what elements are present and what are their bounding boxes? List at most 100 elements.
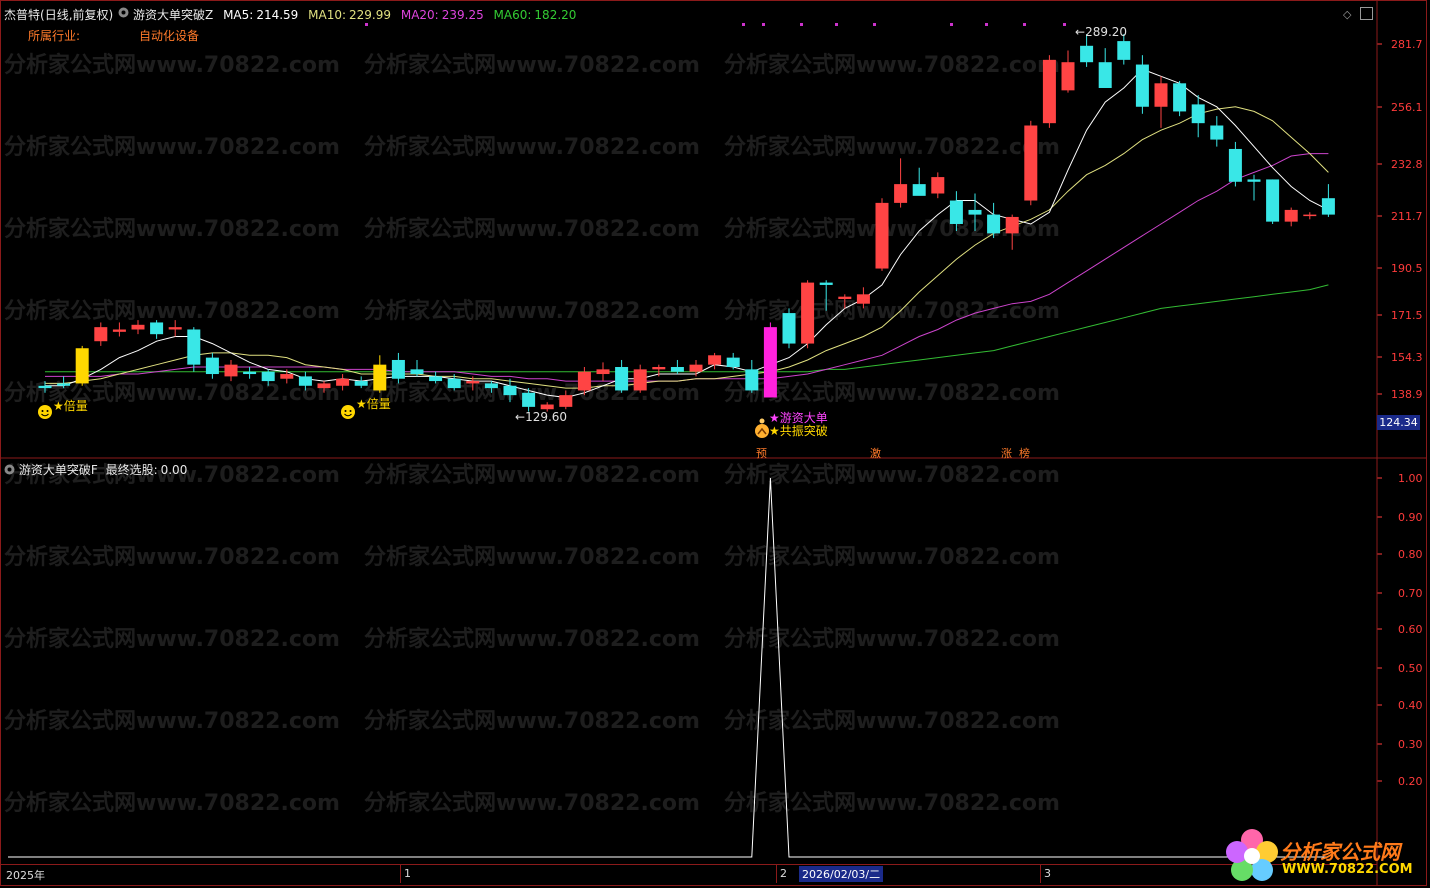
watermark-text: 分析家公式网www.70822.com xyxy=(724,134,1060,160)
price-tick: 281.7 xyxy=(1391,38,1423,51)
signal-marker xyxy=(365,23,368,26)
candle-body xyxy=(1321,198,1335,215)
tag-bang: 榜 xyxy=(1019,447,1030,460)
candle-body xyxy=(987,214,1001,234)
maximize-icon[interactable] xyxy=(1360,7,1373,20)
candle-body xyxy=(1173,83,1187,112)
candle-body xyxy=(410,369,424,375)
lower-tick: 0.40 xyxy=(1398,699,1423,712)
watermark-text: 分析家公式网www.70822.com xyxy=(4,298,340,324)
price-tick: 190.5 xyxy=(1391,262,1423,275)
lower-tick: 0.70 xyxy=(1398,587,1423,600)
watermark-text: 分析家公式网www.70822.com xyxy=(4,52,340,78)
candle-body xyxy=(484,383,498,389)
watermark-text: 分析家公式网www.70822.com xyxy=(724,790,1060,816)
candle-body xyxy=(1042,59,1056,124)
candle-body xyxy=(1135,64,1149,107)
candle-body xyxy=(670,367,684,372)
current-price-badge: 124.34 xyxy=(1377,415,1420,430)
candle-body xyxy=(838,296,852,300)
ma5-value: 214.59 xyxy=(256,8,299,22)
ma5-label: MA5: xyxy=(223,8,254,22)
low-price-value: 129.60 xyxy=(525,410,568,424)
lower-indicator-settings-icon[interactable] xyxy=(4,464,15,475)
ma10-label: MA10: xyxy=(308,8,347,22)
watermark-text: 分析家公式网www.70822.com xyxy=(724,462,1060,488)
signal-marker xyxy=(1023,23,1026,26)
time-axis[interactable]: 2025年 1 2 2026/02/03/二 3 xyxy=(0,864,1377,883)
candle-body xyxy=(615,367,629,391)
price-tick: 232.8 xyxy=(1391,158,1423,171)
ma20-label: MA20: xyxy=(400,8,439,22)
candle-body xyxy=(150,322,164,335)
watermark-text: 分析家公式网www.70822.com xyxy=(724,298,1060,324)
candle-body xyxy=(75,348,89,384)
watermark-text: 分析家公式网www.70822.com xyxy=(364,298,700,324)
candle-body xyxy=(931,177,945,194)
candle-body xyxy=(1024,125,1038,201)
price-tick: 256.1 xyxy=(1391,101,1423,114)
smiley-icon xyxy=(341,405,355,419)
candle-body xyxy=(875,202,889,269)
candle-body xyxy=(391,359,405,379)
candle-body xyxy=(726,357,740,368)
tag-zhang: 涨 xyxy=(1001,447,1012,460)
watermark-text: 分析家公式网www.70822.com xyxy=(364,52,700,78)
candle-body xyxy=(968,209,982,215)
indicator-settings-icon[interactable] xyxy=(118,6,129,20)
candle-body xyxy=(540,404,554,410)
indicator-name: 游资大单突破Z xyxy=(133,8,214,22)
tag-ji: 激 xyxy=(870,447,881,460)
candle-body xyxy=(57,383,71,386)
ma20-line xyxy=(45,153,1329,382)
watermark-text: 分析家公式网www.70822.com xyxy=(4,626,340,652)
ma60-line xyxy=(45,284,1329,373)
candle-body xyxy=(894,184,908,203)
time-cursor-date: 2026/02/03/二 xyxy=(799,866,884,882)
candle-body xyxy=(949,200,963,224)
candle-body xyxy=(819,282,833,285)
candle-body xyxy=(243,371,257,375)
candle-body xyxy=(1191,104,1205,124)
candle-body xyxy=(522,392,536,407)
candle-body xyxy=(577,371,591,391)
candle-body xyxy=(1284,209,1298,222)
price-tick: 211.7 xyxy=(1391,210,1423,223)
lower-tick: 0.30 xyxy=(1398,738,1423,751)
signal-marker xyxy=(873,23,876,26)
candle-body xyxy=(1061,62,1075,91)
high-price-value: 289.20 xyxy=(1085,25,1128,39)
candle-body xyxy=(1098,62,1112,88)
main-indicator-line: 游资大单突破Z MA5: 214.59 MA10: 229.99 MA20: 239.… xyxy=(133,6,576,23)
stock-chart[interactable]: 分析家公式网www.70822.com 分析家公式网www.70822.com 分析… xyxy=(0,0,1430,887)
watermark-text: 分析家公式网www.70822.com xyxy=(364,626,700,652)
candle-body xyxy=(354,381,368,386)
candle-body xyxy=(261,371,275,382)
chart-window: 分析家公式网www.70822.com 分析家公式网www.70822.com 分析… xyxy=(0,0,1430,887)
time-month-1: 1 xyxy=(404,867,411,880)
lower-tick: 0.20 xyxy=(1398,775,1423,788)
candle-body xyxy=(336,378,350,386)
candle-body xyxy=(1303,214,1317,217)
watermark-text: 分析家公式网www.70822.com xyxy=(4,790,340,816)
signal-marker xyxy=(762,23,765,26)
smiley-icon xyxy=(38,405,52,419)
watermark-text: 分析家公式网www.70822.com xyxy=(364,790,700,816)
logo-text-url: WWW.70822.COM xyxy=(1282,862,1413,877)
diamond-icon[interactable]: ◇ xyxy=(1343,8,1351,21)
stock-name: 杰普特 xyxy=(4,8,41,22)
candle-body xyxy=(187,329,201,365)
candle-body xyxy=(1228,148,1242,182)
beiliang-signal-2: ★倍量 xyxy=(356,397,391,411)
price-tick: 171.5 xyxy=(1391,309,1423,322)
flower-logo-icon xyxy=(1222,826,1282,884)
candle-body xyxy=(782,313,796,344)
candle-body xyxy=(596,369,610,375)
candle-body xyxy=(1080,45,1094,63)
price-tick: 138.9 xyxy=(1391,388,1423,401)
candle-body xyxy=(559,395,573,407)
watermark-text: 分析家公式网www.70822.com xyxy=(724,626,1060,652)
tag-yu: 预 xyxy=(756,447,767,460)
candle-body xyxy=(131,324,145,330)
candle-body xyxy=(94,327,108,342)
